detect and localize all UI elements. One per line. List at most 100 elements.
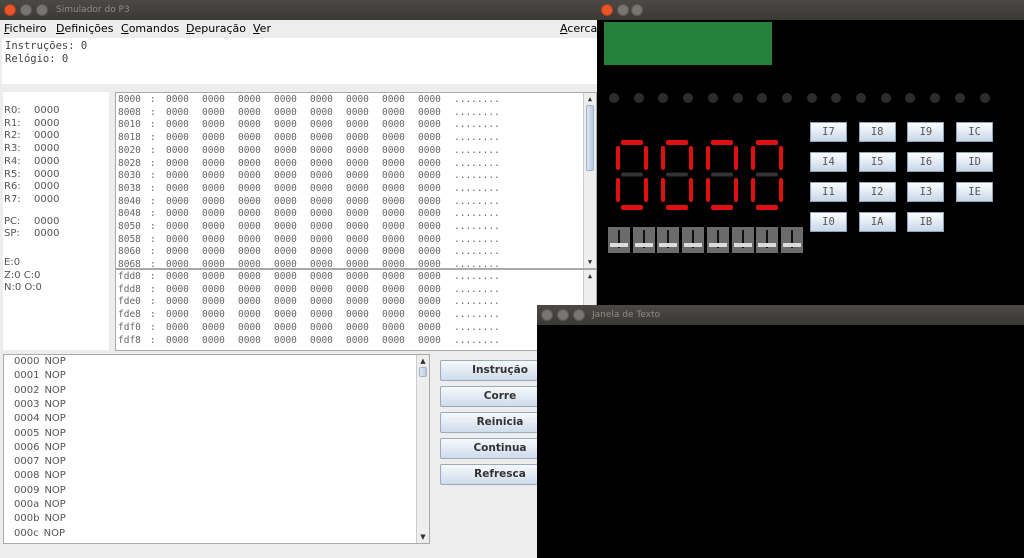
- memory-cell[interactable]: 0000: [202, 309, 225, 320]
- interrupt-button-i8[interactable]: I8: [858, 122, 896, 142]
- minimize-button[interactable]: [20, 4, 32, 16]
- memory-cell[interactable]: 0000: [418, 145, 441, 156]
- memory-cell[interactable]: 0000: [382, 119, 405, 130]
- memory-cell[interactable]: 0000: [274, 183, 297, 194]
- memory-cell[interactable]: 0000: [238, 322, 261, 333]
- memory-cell[interactable]: 0000: [238, 271, 261, 282]
- memory-cell[interactable]: 0000: [202, 183, 225, 194]
- memory-cell[interactable]: 0000: [346, 322, 369, 333]
- memory-cell[interactable]: 0000: [382, 309, 405, 320]
- memory-cell[interactable]: 0000: [418, 119, 441, 130]
- memory-cell[interactable]: 0000: [274, 145, 297, 156]
- memory-cell[interactable]: 0000: [238, 158, 261, 169]
- interrupt-button-i9[interactable]: I9: [907, 122, 945, 142]
- memory-cell[interactable]: 0000: [274, 94, 297, 105]
- memory-cell[interactable]: 0000: [346, 119, 369, 130]
- memory-cell[interactable]: 0000: [238, 309, 261, 320]
- memory-cell[interactable]: 0000: [310, 119, 333, 130]
- memory-cell[interactable]: 0000: [346, 107, 369, 118]
- memory-cell[interactable]: 0000: [202, 234, 225, 245]
- memory-cell[interactable]: 0000: [166, 221, 189, 232]
- memory-cell[interactable]: 0000: [166, 107, 189, 118]
- switch[interactable]: [682, 227, 705, 253]
- memory-cell[interactable]: 0000: [418, 259, 441, 268]
- memory-cell[interactable]: 0000: [202, 296, 225, 307]
- memory-cell[interactable]: 0000: [418, 196, 441, 207]
- memory-cell[interactable]: 0000: [274, 309, 297, 320]
- memory-cell[interactable]: 0000: [238, 183, 261, 194]
- interrupt-button-i7[interactable]: I7: [810, 122, 847, 142]
- memory-cell[interactable]: 0000: [238, 208, 261, 219]
- memory-cell[interactable]: 0000: [346, 145, 369, 156]
- memory-cell[interactable]: 0000: [382, 183, 405, 194]
- program-line[interactable]: 0000 NOP: [14, 356, 66, 367]
- memory-cell[interactable]: 0000: [202, 158, 225, 169]
- close-button[interactable]: [601, 4, 613, 16]
- memory-cell[interactable]: 0000: [310, 183, 333, 194]
- interrupt-button-ie[interactable]: IE: [956, 182, 994, 202]
- memory-cell[interactable]: 0000: [418, 107, 441, 118]
- interrupt-button-i6[interactable]: I6: [907, 152, 945, 172]
- memory-cell[interactable]: 0000: [274, 335, 297, 346]
- memory-cell[interactable]: 0000: [346, 259, 369, 268]
- close-button[interactable]: [541, 309, 553, 321]
- memory-cell[interactable]: 0000: [346, 296, 369, 307]
- memory-cell[interactable]: 0000: [166, 234, 189, 245]
- memory-cell[interactable]: 0000: [418, 335, 441, 346]
- memory-cell[interactable]: 0000: [238, 296, 261, 307]
- memory-cell[interactable]: 0000: [238, 170, 261, 181]
- memory-cell[interactable]: 0000: [310, 322, 333, 333]
- memory-cell[interactable]: 0000: [238, 145, 261, 156]
- memory-cell[interactable]: 0000: [238, 119, 261, 130]
- memory-cell[interactable]: 0000: [418, 170, 441, 181]
- memory-cell[interactable]: 0000: [274, 107, 297, 118]
- memory-cell[interactable]: 0000: [310, 309, 333, 320]
- memory-cell[interactable]: 0000: [382, 335, 405, 346]
- memory-cell[interactable]: 0000: [274, 170, 297, 181]
- memory-cell[interactable]: 0000: [202, 107, 225, 118]
- memory-cell[interactable]: 0000: [202, 221, 225, 232]
- menu-depuracao[interactable]: Depuração: [186, 20, 246, 38]
- memory-cell[interactable]: 0000: [274, 296, 297, 307]
- program-line[interactable]: 000a NOP: [14, 499, 66, 510]
- memory-cell[interactable]: 0000: [310, 296, 333, 307]
- memory-cell[interactable]: 0000: [274, 271, 297, 282]
- switch[interactable]: [657, 227, 680, 253]
- program-line[interactable]: 0005 NOP: [14, 428, 66, 439]
- program-line[interactable]: 0003 NOP: [14, 399, 66, 410]
- interrupt-button-id[interactable]: ID: [956, 152, 994, 172]
- continue-button[interactable]: Continua: [440, 438, 550, 459]
- memory-cell[interactable]: 0000: [310, 284, 333, 295]
- maximize-button[interactable]: [573, 309, 585, 321]
- memory-cell[interactable]: 0000: [418, 183, 441, 194]
- memory-cell[interactable]: 0000: [382, 221, 405, 232]
- program-line[interactable]: 0004 NOP: [14, 413, 66, 424]
- memory-cell[interactable]: 0000: [238, 107, 261, 118]
- program-line[interactable]: 000b NOP: [14, 513, 66, 524]
- interrupt-button-i4[interactable]: I4: [810, 152, 847, 172]
- interrupt-button-i2[interactable]: I2: [858, 182, 896, 202]
- run-button[interactable]: Corre: [440, 386, 550, 407]
- memory-cell[interactable]: 0000: [310, 234, 333, 245]
- memory-cell[interactable]: 0000: [346, 271, 369, 282]
- memory-cell[interactable]: 0000: [346, 309, 369, 320]
- memory-cell[interactable]: 0000: [202, 284, 225, 295]
- memory-cell[interactable]: 0000: [202, 145, 225, 156]
- program-line[interactable]: 0007 NOP: [14, 456, 66, 467]
- scrollbar[interactable]: ▲ ▼: [583, 93, 596, 268]
- memory-cell[interactable]: 0000: [382, 234, 405, 245]
- reset-button[interactable]: Reinicia: [440, 412, 550, 433]
- memory-cell[interactable]: 0000: [166, 284, 189, 295]
- memory-cell[interactable]: 0000: [310, 132, 333, 143]
- memory-cell[interactable]: 0000: [346, 170, 369, 181]
- memory-cell[interactable]: 0000: [202, 259, 225, 268]
- memory-cell[interactable]: 0000: [274, 119, 297, 130]
- memory-cell[interactable]: 0000: [346, 335, 369, 346]
- memory-cell[interactable]: 0000: [166, 170, 189, 181]
- memory-cell[interactable]: 0000: [166, 271, 189, 282]
- memory-cell[interactable]: 0000: [418, 284, 441, 295]
- menu-comandos[interactable]: Comandos: [121, 20, 179, 38]
- memory-cell[interactable]: 0000: [346, 94, 369, 105]
- memory-cell[interactable]: 0000: [274, 221, 297, 232]
- memory-cell[interactable]: 0000: [238, 259, 261, 268]
